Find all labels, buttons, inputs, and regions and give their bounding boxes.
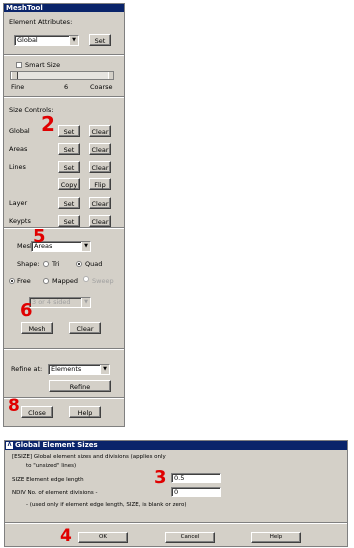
divider [4,348,124,350]
sweep-label: Sweep [92,277,114,285]
divider [4,227,124,229]
size-label: SIZE Element edge length [12,477,84,483]
size-input[interactable]: 0.5 [171,473,221,483]
sweep-radio[interactable] [83,276,89,282]
chevron-down-icon: ▼ [81,242,90,251]
annotation-number: 3 [154,467,167,488]
dialog-description-line2: to "unsized" lines) [26,463,77,469]
clear-button[interactable]: Clear [69,322,101,334]
size-control-clear-button[interactable]: Clear [89,143,111,155]
meshtool-window: MeshTool Element Attributes: Global ▼ Se… [3,3,125,427]
size-control-label: Lines [9,163,26,171]
element-attributes-dropdown[interactable]: Global ▼ [14,35,79,46]
dialog-help-button[interactable]: Help [251,532,301,543]
sided-value: 3 or 4 sided [32,298,71,306]
dialog-titlebar: Λ Global Element Sizes [5,441,347,450]
ndiv-input[interactable]: 0 [171,487,221,497]
divider [4,54,124,56]
size-control-set-button[interactable]: Set [58,215,80,227]
element-attributes-set-button[interactable]: Set [89,34,111,46]
shape-label: Shape: [17,260,40,268]
smart-size-label: Smart Size [25,61,61,69]
free-radio[interactable] [9,278,15,284]
size-control-set-button[interactable]: Set [58,161,80,173]
chevron-down-icon: ▼ [81,298,90,307]
size-control-set-button[interactable]: Set [58,125,80,137]
free-label: Free [17,277,31,285]
shape-quad-label: Quad [85,260,103,268]
ndiv-value: 0 [174,488,179,496]
shape-tri-radio[interactable] [43,261,49,267]
refine-at-label: Refine at: [11,365,43,373]
size-control-clear-button[interactable]: Clear [89,161,111,173]
chevron-down-icon: ▼ [100,365,109,374]
size-control-label: Areas [9,145,28,153]
element-attributes-label: Element Attributes: [9,18,73,26]
refine-at-dropdown[interactable]: Elements ▼ [48,364,110,375]
size-control-label: Keypts [9,217,31,225]
annotation-number: 8 [8,396,20,416]
annotation-number: 5 [33,226,46,247]
mapped-label: Mapped [52,277,78,285]
size-control-clear-button[interactable]: Clear [89,215,111,227]
slider-value-label: 6 [64,83,69,91]
annotation-number: 2 [41,112,55,136]
size-control-set-button[interactable]: Set [58,143,80,155]
size-control-copy-button[interactable]: Copy [58,178,80,190]
size-value: 0.5 [174,474,185,482]
slider-coarse-label: Coarse [90,83,113,91]
help-button[interactable]: Help [69,406,101,418]
size-control-clear-button[interactable]: Clear [89,197,111,209]
shape-quad-radio[interactable] [76,261,82,267]
sided-dropdown[interactable]: 3 or 4 sided ▼ [29,297,91,308]
ndiv-label: NDIV No. of element divisions - [12,490,98,496]
size-control-flip-button[interactable]: Flip [89,178,111,190]
divider [4,96,124,98]
size-control-set-button[interactable]: Set [58,197,80,209]
chevron-down-icon: ▼ [69,36,78,45]
slider-fine-label: Fine [11,83,25,91]
divider [5,522,347,524]
smart-size-slider[interactable] [10,71,114,80]
mesh-button[interactable]: Mesh [21,322,53,334]
size-control-label: Layer [9,199,28,207]
global-element-sizes-dialog: Λ Global Element Sizes [ESIZE] Global ele… [4,440,348,547]
dialog-note: - (used only if element edge length, SIZ… [26,502,187,508]
element-attributes-value: Global [17,36,38,44]
divider [4,397,124,399]
mapped-radio[interactable] [43,278,49,284]
slider-right-handle [108,72,113,79]
refine-at-value: Elements [51,365,82,373]
meshtool-title: MeshTool [4,4,124,12]
shape-tri-label: Tri [52,260,60,268]
cancel-button[interactable]: Cancel [165,532,215,543]
dialog-description-line1: [ESIZE] Global element sizes and divisio… [12,454,166,460]
refine-button[interactable]: Refine [49,380,111,392]
annotation-number: 6 [20,300,33,321]
close-button[interactable]: Close [21,406,53,418]
smart-size-checkbox[interactable] [16,62,22,68]
dialog-title: Global Element Sizes [15,441,98,449]
size-control-label: Global [9,127,30,135]
size-control-clear-button[interactable]: Clear [89,125,111,137]
slider-handle[interactable] [11,72,18,79]
ansys-logo-icon: Λ [6,442,13,449]
annotation-number: 4 [60,526,72,546]
ok-button[interactable]: OK [78,532,128,543]
